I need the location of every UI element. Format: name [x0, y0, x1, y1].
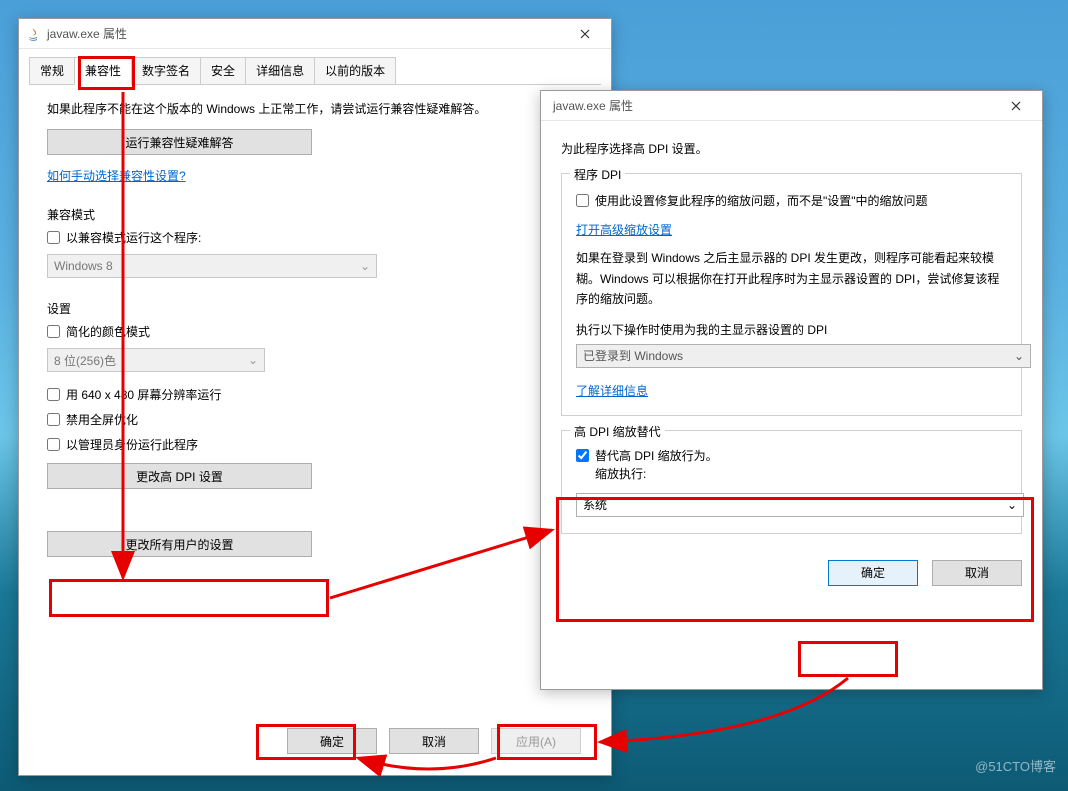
chk-override[interactable]: 替代高 DPI 缩放行为。 缩放执行:: [576, 447, 1007, 483]
tab-details[interactable]: 详细信息: [245, 57, 315, 85]
dlg2-intro: 为此程序选择高 DPI 设置。: [561, 139, 1022, 159]
dlg1-button-row: 确定 取消 应用(A): [287, 728, 581, 754]
dlg2-close-button[interactable]: [996, 92, 1036, 120]
learn-more-link[interactable]: 了解详细信息: [576, 382, 648, 399]
chevron-down-icon: ⌄: [1007, 498, 1017, 512]
chk-admin[interactable]: 以管理员身份运行此程序: [47, 436, 583, 453]
chk-override-box[interactable]: [576, 449, 589, 462]
tab-row: 常规 兼容性 数字签名 安全 详细信息 以前的版本: [19, 49, 611, 85]
chk-disable-fullscreen-box[interactable]: [47, 413, 60, 426]
manual-settings-link[interactable]: 如何手动选择兼容性设置?: [47, 167, 186, 184]
label-when: 执行以下操作时使用为我的主显示器设置的 DPI: [576, 320, 1007, 340]
tab-compatibility[interactable]: 兼容性: [74, 57, 132, 85]
chk-admin-box[interactable]: [47, 438, 60, 451]
chevron-down-icon: ⌄: [248, 353, 258, 367]
dlg1-close-button[interactable]: [565, 20, 605, 48]
change-all-users-button[interactable]: 更改所有用户的设置: [47, 531, 312, 557]
advanced-scaling-link[interactable]: 打开高级缩放设置: [576, 221, 672, 238]
dlg1-titlebar: javaw.exe 属性: [19, 19, 611, 49]
chk-use-setting-label: 使用此设置修复此程序的缩放问题，而不是"设置"中的缩放问题: [595, 192, 928, 209]
dlg1-cancel-button[interactable]: 取消: [389, 728, 479, 754]
dlg1-ok-button[interactable]: 确定: [287, 728, 377, 754]
chk-disable-fullscreen-label: 禁用全屏优化: [66, 411, 138, 428]
chevron-down-icon: ⌄: [360, 259, 370, 273]
chk-compat-mode[interactable]: 以兼容模式运行这个程序:: [47, 229, 583, 246]
chk-use-setting-box[interactable]: [576, 194, 589, 207]
chk-640x480[interactable]: 用 640 x 480 屏幕分辨率运行: [47, 386, 583, 403]
section-settings: 设置: [47, 300, 583, 317]
java-icon: [25, 26, 41, 42]
group-high-dpi-override-legend: 高 DPI 缩放替代: [570, 423, 665, 440]
chk-640x480-label: 用 640 x 480 屏幕分辨率运行: [66, 386, 221, 403]
chevron-down-icon: ⌄: [1014, 349, 1024, 363]
change-high-dpi-button[interactable]: 更改高 DPI 设置: [47, 463, 312, 489]
dlg2-titlebar: javaw.exe 属性: [541, 91, 1042, 121]
group-high-dpi-override: 高 DPI 缩放替代 替代高 DPI 缩放行为。 缩放执行: 系统 ⌄: [561, 430, 1022, 534]
chk-reduced-color-label: 简化的颜色模式: [66, 323, 150, 340]
tab-content-compatibility: 如果此程序不能在这个版本的 Windows 上正常工作，请尝试运行兼容性疑难解答…: [29, 84, 601, 772]
dlg2-ok-button[interactable]: 确定: [828, 560, 918, 586]
select-override[interactable]: 系统 ⌄: [576, 493, 1024, 517]
chk-compat-mode-label: 以兼容模式运行这个程序:: [66, 229, 201, 246]
select-when: 已登录到 Windows ⌄: [576, 344, 1031, 368]
chk-compat-mode-box[interactable]: [47, 231, 60, 244]
select-os: Windows 8 ⌄: [47, 254, 377, 278]
select-os-value: Windows 8: [54, 259, 113, 273]
tab-previous-versions[interactable]: 以前的版本: [314, 57, 396, 85]
dlg2-para1: 如果在登录到 Windows 之后主显示器的 DPI 发生更改，则程序可能看起来…: [576, 248, 1007, 309]
tab-security[interactable]: 安全: [200, 57, 246, 85]
chk-640x480-box[interactable]: [47, 388, 60, 401]
high-dpi-dialog: javaw.exe 属性 为此程序选择高 DPI 设置。 程序 DPI 使用此设…: [540, 90, 1043, 690]
tab-general[interactable]: 常规: [29, 57, 75, 85]
properties-dialog: javaw.exe 属性 常规 兼容性 数字签名 安全 详细信息 以前的版本 如…: [18, 18, 612, 776]
dlg1-title: javaw.exe 属性: [47, 25, 565, 42]
chk-use-setting[interactable]: 使用此设置修复此程序的缩放问题，而不是"设置"中的缩放问题: [576, 192, 1007, 209]
help-text: 如果此程序不能在这个版本的 Windows 上正常工作，请尝试运行兼容性疑难解答…: [47, 99, 583, 119]
select-when-value: 已登录到 Windows: [583, 347, 683, 364]
select-color: 8 位(256)色 ⌄: [47, 348, 265, 372]
chk-reduced-color-box[interactable]: [47, 325, 60, 338]
dlg2-title: javaw.exe 属性: [547, 97, 996, 114]
watermark-text: @51CTO博客: [975, 756, 1056, 775]
chk-disable-fullscreen[interactable]: 禁用全屏优化: [47, 411, 583, 428]
select-override-value: 系统: [583, 496, 607, 513]
dlg2-body: 为此程序选择高 DPI 设置。 程序 DPI 使用此设置修复此程序的缩放问题，而…: [541, 121, 1042, 604]
tab-digital-signatures[interactable]: 数字签名: [131, 57, 201, 85]
dlg1-apply-button[interactable]: 应用(A): [491, 728, 581, 754]
troubleshoot-button[interactable]: 运行兼容性疑难解答: [47, 129, 312, 155]
select-color-value: 8 位(256)色: [54, 352, 116, 369]
chk-admin-label: 以管理员身份运行此程序: [66, 436, 198, 453]
group-program-dpi: 程序 DPI 使用此设置修复此程序的缩放问题，而不是"设置"中的缩放问题 打开高…: [561, 173, 1022, 416]
section-compat-mode: 兼容模式: [47, 206, 583, 223]
group-program-dpi-legend: 程序 DPI: [570, 166, 625, 183]
chk-override-label: 替代高 DPI 缩放行为。 缩放执行:: [595, 447, 718, 483]
dlg2-cancel-button[interactable]: 取消: [932, 560, 1022, 586]
chk-reduced-color[interactable]: 简化的颜色模式: [47, 323, 583, 340]
